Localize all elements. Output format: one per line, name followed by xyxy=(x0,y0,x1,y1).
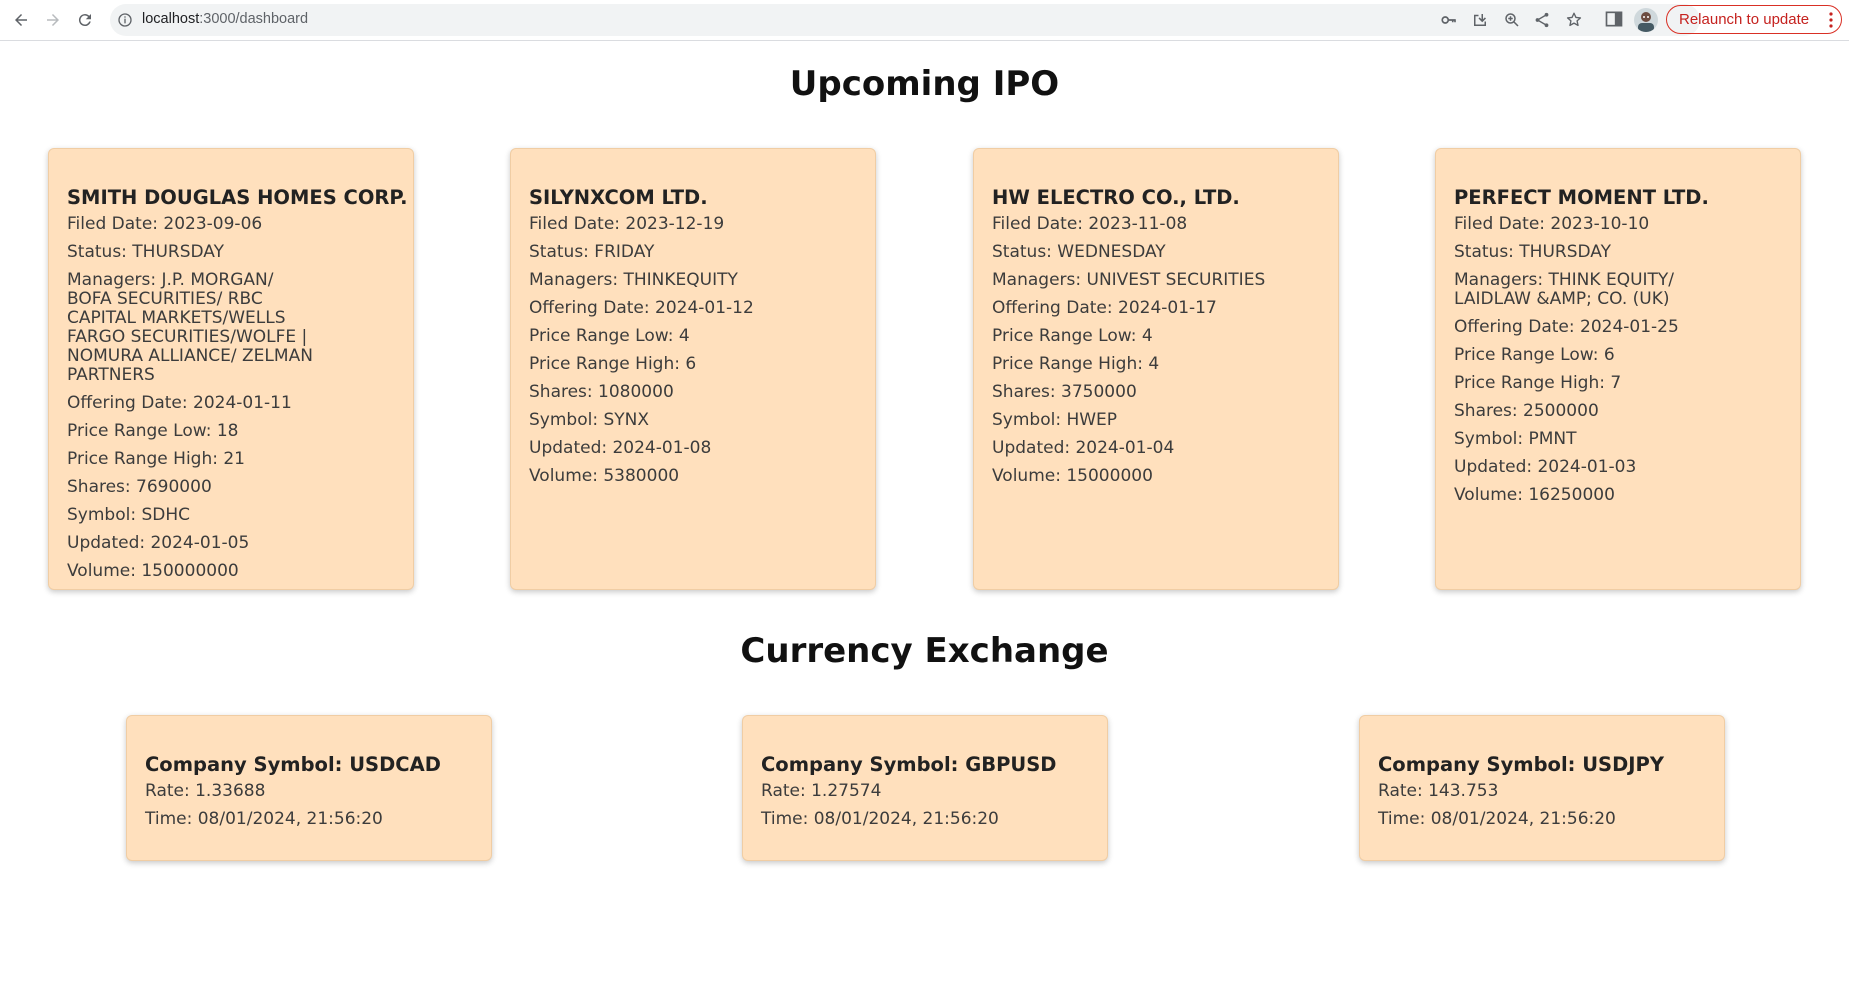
back-button[interactable] xyxy=(6,5,36,35)
fx-time: Time: 08/01/2024, 21:56:20 xyxy=(761,809,999,829)
zoom-icon[interactable] xyxy=(1503,11,1521,29)
relaunch-to-update-button[interactable]: Relaunch to update xyxy=(1666,5,1842,34)
fx-time: Time: 08/01/2024, 21:56:20 xyxy=(145,809,383,829)
ipo-offering-date: Offering Date: 2024-01-11 xyxy=(67,393,292,413)
ipo-symbol: Symbol: HWEP xyxy=(992,410,1118,430)
ipo-status: Status: THURSDAY xyxy=(67,242,225,262)
ipo-shares: Shares: 2500000 xyxy=(1454,401,1599,421)
reload-icon xyxy=(78,14,91,27)
ipo-company-name: SMITH DOUGLAS HOMES CORP. xyxy=(67,186,408,209)
ipo-updated: Updated: 2024-01-05 xyxy=(67,533,250,553)
fx-time: Time: 08/01/2024, 21:56:20 xyxy=(1378,809,1616,829)
ipo-price-high: Price Range High: 6 xyxy=(529,354,697,374)
browser-toolbar: localhost:3000/dashboard Relaunch to upd… xyxy=(0,0,1849,41)
fx-company-symbol: Company Symbol: GBPUSD xyxy=(761,753,1057,776)
ipo-price-high: Price Range High: 7 xyxy=(1454,373,1622,393)
ipo-managers: Managers: THINKEQUITY xyxy=(529,270,738,290)
ipo-managers: Managers: THINK EQUITY/ LAIDLAW &AMP; CO… xyxy=(1454,270,1675,309)
ipo-card-hwep: HW ELECTRO CO., LTD. Filed Date: 2023-11… xyxy=(973,148,1339,590)
ipo-updated: Updated: 2024-01-08 xyxy=(529,438,712,458)
ipo-filed-date: Filed Date: 2023-09-06 xyxy=(67,214,263,234)
more-vert-icon xyxy=(1829,12,1833,28)
ipo-company-name: PERFECT MOMENT LTD. xyxy=(1454,186,1709,209)
ipo-symbol: Symbol: SDHC xyxy=(67,505,190,525)
key-icon[interactable] xyxy=(1440,11,1458,29)
url-text: localhost:3000/dashboard xyxy=(142,11,308,27)
ipo-offering-date: Offering Date: 2024-01-17 xyxy=(992,298,1217,318)
bookmark-star-icon[interactable] xyxy=(1565,11,1583,29)
ipo-updated: Updated: 2024-01-03 xyxy=(1454,457,1637,477)
ipo-company-name: HW ELECTRO CO., LTD. xyxy=(992,186,1240,209)
ipo-price-low: Price Range Low: 4 xyxy=(992,326,1153,346)
fx-company-symbol: Company Symbol: USDJPY xyxy=(1378,753,1664,776)
ipo-volume: Volume: 150000000 xyxy=(67,561,239,581)
ipo-symbol: Symbol: SYNX xyxy=(529,410,649,430)
ipo-volume: Volume: 5380000 xyxy=(529,466,680,486)
ipo-managers: Managers: J.P. MORGAN/ BOFA SECURITIES/ … xyxy=(67,270,313,385)
ipo-shares: Shares: 3750000 xyxy=(992,382,1137,402)
ipo-card-sdhc: SMITH DOUGLAS HOMES CORP. Filed Date: 20… xyxy=(48,148,414,590)
ipo-price-low: Price Range Low: 4 xyxy=(529,326,690,346)
ipo-filed-date: Filed Date: 2023-10-10 xyxy=(1454,214,1650,234)
forward-button[interactable] xyxy=(38,5,68,35)
ipo-filed-date: Filed Date: 2023-12-19 xyxy=(529,214,725,234)
ipo-filed-date: Filed Date: 2023-11-08 xyxy=(992,214,1188,234)
ipo-symbol: Symbol: PMNT xyxy=(1454,429,1577,449)
address-bar[interactable]: localhost:3000/dashboard xyxy=(110,4,1700,36)
ipo-managers: Managers: UNIVEST SECURITIES xyxy=(992,270,1266,290)
url-path: :3000/dashboard xyxy=(199,11,309,27)
ipo-price-low: Price Range Low: 18 xyxy=(67,421,239,441)
fx-company-symbol: Company Symbol: USDCAD xyxy=(145,753,441,776)
ipo-offering-date: Offering Date: 2024-01-12 xyxy=(529,298,754,318)
fx-card-usdjpy: Company Symbol: USDJPY Rate: 143.753 Tim… xyxy=(1359,715,1725,861)
relaunch-label: Relaunch to update xyxy=(1679,11,1810,28)
ipo-price-low: Price Range Low: 6 xyxy=(1454,345,1615,365)
info-icon[interactable] xyxy=(117,12,133,28)
url-host: localhost xyxy=(142,11,200,27)
ipo-volume: Volume: 15000000 xyxy=(992,466,1153,486)
ipo-price-high: Price Range High: 21 xyxy=(67,449,245,469)
fx-rate: Rate: 143.753 xyxy=(1378,781,1499,801)
share-icon[interactable] xyxy=(1533,11,1551,29)
ipo-shares: Shares: 7690000 xyxy=(67,477,212,497)
ipo-status: Status: THURSDAY xyxy=(1454,242,1612,262)
fx-rate: Rate: 1.33688 xyxy=(145,781,266,801)
upcoming-ipo-heading: Upcoming IPO xyxy=(789,64,1060,104)
ipo-shares: Shares: 1080000 xyxy=(529,382,674,402)
ipo-card-synx: SILYNXCOM LTD. Filed Date: 2023-12-19 St… xyxy=(510,148,876,590)
ipo-card-pmnt: PERFECT MOMENT LTD. Filed Date: 2023-10-… xyxy=(1435,148,1801,590)
ipo-status: Status: FRIDAY xyxy=(529,242,655,262)
currency-exchange-heading: Currency Exchange xyxy=(740,631,1109,671)
reload-button[interactable] xyxy=(70,5,100,35)
fx-card-gbpusd: Company Symbol: GBPUSD Rate: 1.27574 Tim… xyxy=(742,715,1108,861)
profile-avatar[interactable] xyxy=(1634,8,1658,32)
ipo-price-high: Price Range High: 4 xyxy=(992,354,1160,374)
arrow-left-icon xyxy=(15,14,27,26)
ipo-updated: Updated: 2024-01-04 xyxy=(992,438,1175,458)
ipo-offering-date: Offering Date: 2024-01-25 xyxy=(1454,317,1679,337)
ipo-status: Status: WEDNESDAY xyxy=(992,242,1166,262)
install-app-icon[interactable] xyxy=(1471,11,1489,29)
ipo-volume: Volume: 16250000 xyxy=(1454,485,1615,505)
fx-rate: Rate: 1.27574 xyxy=(761,781,882,801)
side-panel-icon[interactable] xyxy=(1604,9,1624,29)
arrow-right-icon xyxy=(47,14,59,26)
fx-card-usdcad: Company Symbol: USDCAD Rate: 1.33688 Tim… xyxy=(126,715,492,861)
ipo-company-name: SILYNXCOM LTD. xyxy=(529,186,708,209)
